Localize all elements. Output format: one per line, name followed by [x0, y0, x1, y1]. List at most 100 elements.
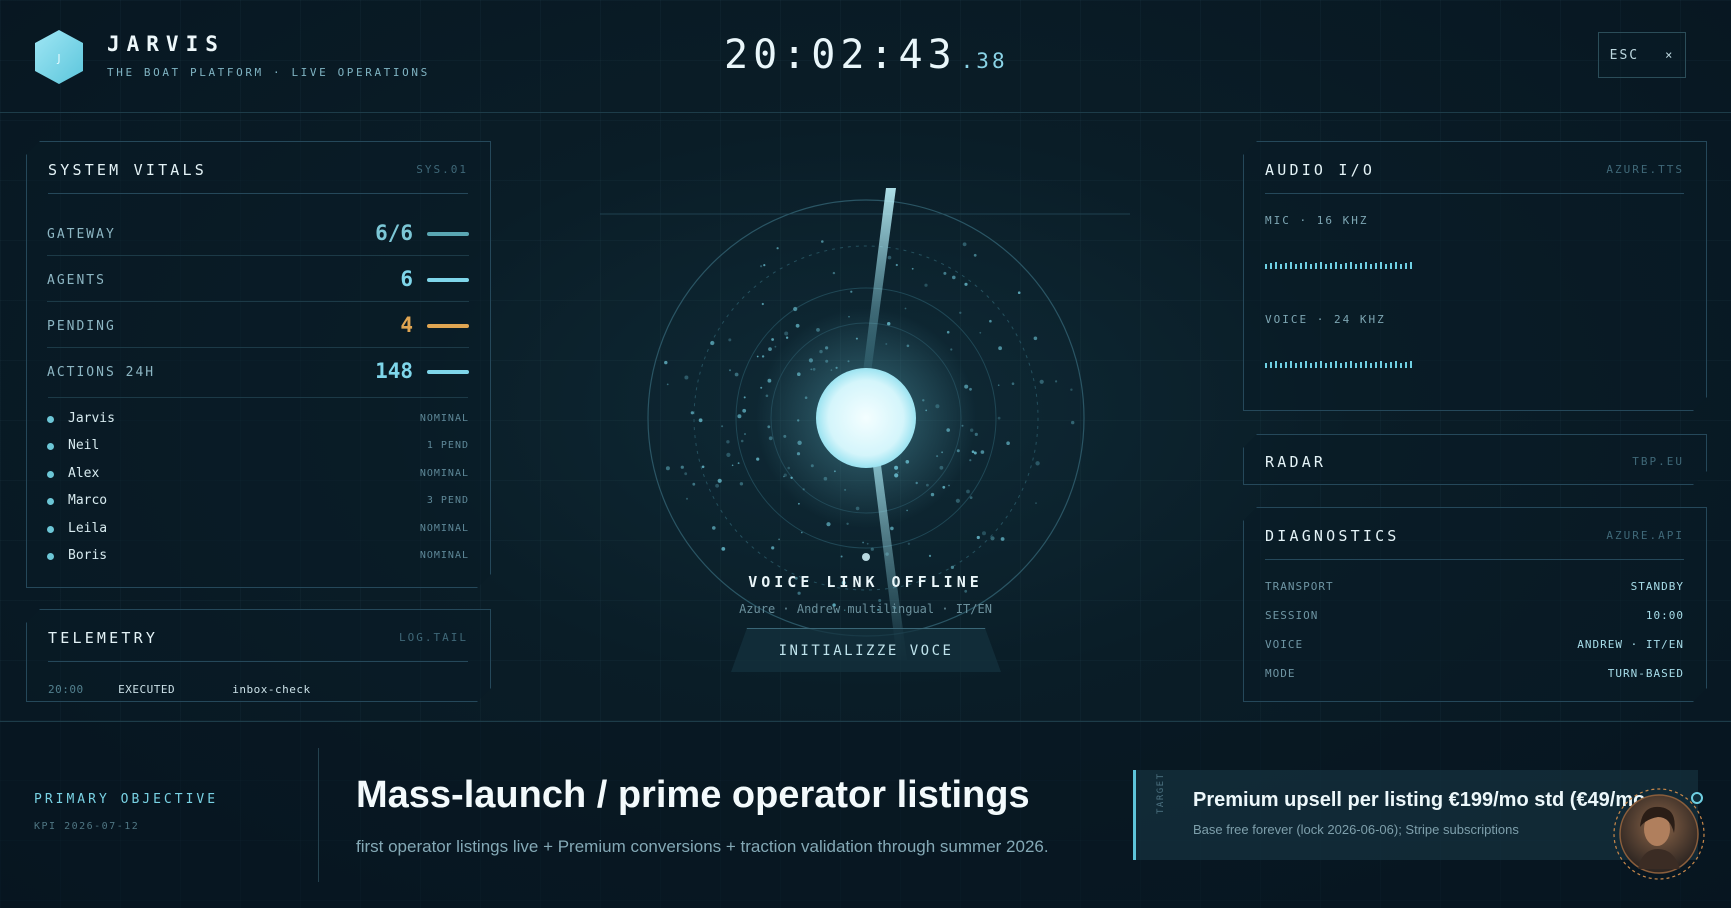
agent-name: Boris [68, 548, 108, 563]
particle [1035, 461, 1040, 466]
particle [1070, 388, 1073, 391]
particle [976, 535, 980, 540]
particle [721, 425, 724, 428]
waveform-bar [1380, 361, 1382, 368]
waveform-bar [1390, 362, 1392, 368]
assistant-avatar[interactable] [1612, 787, 1707, 882]
esc-label: ESC [1609, 47, 1640, 63]
mic-waveform [1265, 262, 1412, 269]
agent-row-jarvis[interactable]: Jarvis NOMINAL [47, 410, 469, 430]
waveform-bar [1275, 361, 1277, 368]
waveform-bar [1370, 264, 1372, 269]
particle [761, 355, 765, 358]
waveform-bar [1295, 363, 1297, 368]
particle [990, 536, 995, 541]
agent-name: Jarvis [68, 411, 115, 426]
particle [664, 360, 668, 365]
particle [969, 459, 972, 462]
log-entry: 20:00 EXECUTED inbox-check [48, 683, 311, 696]
particle [684, 375, 689, 380]
particle [1011, 382, 1015, 385]
waveform-bar [1375, 263, 1377, 269]
target-subtitle: Base free forever (lock 2026-06-06); Str… [1193, 822, 1519, 837]
waveform-bar [1345, 362, 1347, 368]
waveform-bar [1295, 264, 1297, 269]
waveform-bar [1290, 361, 1292, 368]
agent-row-neil[interactable]: Neil 1 PEND [47, 437, 469, 457]
waveform-bar [1365, 361, 1367, 368]
diag-value: 10:00 [1645, 609, 1684, 622]
particle [776, 247, 779, 250]
particle [962, 242, 967, 247]
agent-status: NOMINAL [419, 467, 469, 479]
agent-status-dot [47, 416, 54, 423]
particle [763, 264, 766, 267]
panel-title: TELEMETRY [48, 629, 159, 647]
particle [966, 489, 970, 494]
particle [1055, 380, 1058, 383]
diag-value: STANDBY [1630, 580, 1684, 593]
agent-status-dot [47, 498, 54, 506]
close-icon: × [1665, 48, 1675, 62]
agent-row-leila[interactable]: Leila NOMINAL [47, 520, 469, 540]
esc-button[interactable]: ESC × [1598, 32, 1686, 78]
radar-panel[interactable]: RADAR TBP.EU [1243, 434, 1707, 485]
waveform-bar [1265, 264, 1267, 269]
waveform-bar [1310, 363, 1312, 368]
particle [989, 319, 992, 323]
waveform-bar [1280, 363, 1282, 368]
particle [943, 271, 947, 275]
particle [840, 555, 843, 558]
particle [690, 411, 694, 415]
agent-row-marco[interactable]: Marco 3 PEND [47, 492, 469, 512]
agent-name: Marco [68, 493, 108, 509]
waveform-bar [1400, 363, 1402, 368]
particle [1017, 291, 1021, 294]
particle [904, 307, 907, 310]
particle [952, 275, 956, 280]
particle [890, 526, 894, 531]
diag-key: VOICE [1265, 638, 1304, 651]
agent-status: 1 PEND [426, 440, 469, 452]
particle [793, 306, 798, 312]
agent-row-alex[interactable]: Alex NOMINAL [47, 465, 469, 485]
particle [768, 347, 772, 351]
agent-status-dot [47, 443, 54, 451]
particle [680, 465, 684, 469]
panel-tag: LOG.TAIL [399, 631, 468, 644]
vital-value: 4 [400, 313, 413, 337]
particle [971, 450, 975, 454]
audio-io-panel: AUDIO I/O AZURE.TTS MIC · 16 KHZ VOICE ·… [1243, 141, 1707, 411]
particle [998, 346, 1002, 351]
particle [980, 450, 985, 454]
particle [895, 263, 898, 267]
waveform-bar [1285, 362, 1287, 368]
diag-row-transport: TRANSPORT STANDBY [1265, 576, 1684, 600]
top-header: J JARVIS THE BOAT PLATFORM · LIVE OPERAT… [0, 0, 1731, 113]
clock-time: 20:02:43 [724, 32, 957, 78]
objective-description: first operator listings live + Premium c… [356, 837, 1049, 856]
particle [734, 372, 739, 377]
diag-row-mode: MODE TURN-BASED [1265, 663, 1684, 687]
particle [907, 542, 911, 545]
particle [737, 462, 740, 464]
agent-status-dot [47, 470, 54, 478]
waveform-bar [1385, 363, 1387, 368]
particle [740, 439, 744, 443]
initialize-voice-button[interactable]: INITIALIZZE VOCE [731, 628, 1001, 672]
particle [964, 282, 968, 286]
waveform-bar [1320, 262, 1322, 269]
particle [692, 482, 696, 486]
particle [737, 414, 742, 419]
waveform-bar [1270, 263, 1272, 269]
target-tag: TARGET [1156, 772, 1166, 814]
divider [48, 193, 468, 194]
waveform-bar [1320, 361, 1322, 368]
particle [866, 542, 869, 545]
particle [1033, 336, 1038, 341]
agent-row-boris[interactable]: Boris NOMINAL [47, 547, 469, 567]
agent-status: NOMINAL [419, 550, 469, 561]
vital-row-actions-24h: ACTIONS 24H 148 [47, 348, 469, 394]
waveform-bar [1365, 262, 1367, 269]
app-title: JARVIS [107, 32, 225, 56]
